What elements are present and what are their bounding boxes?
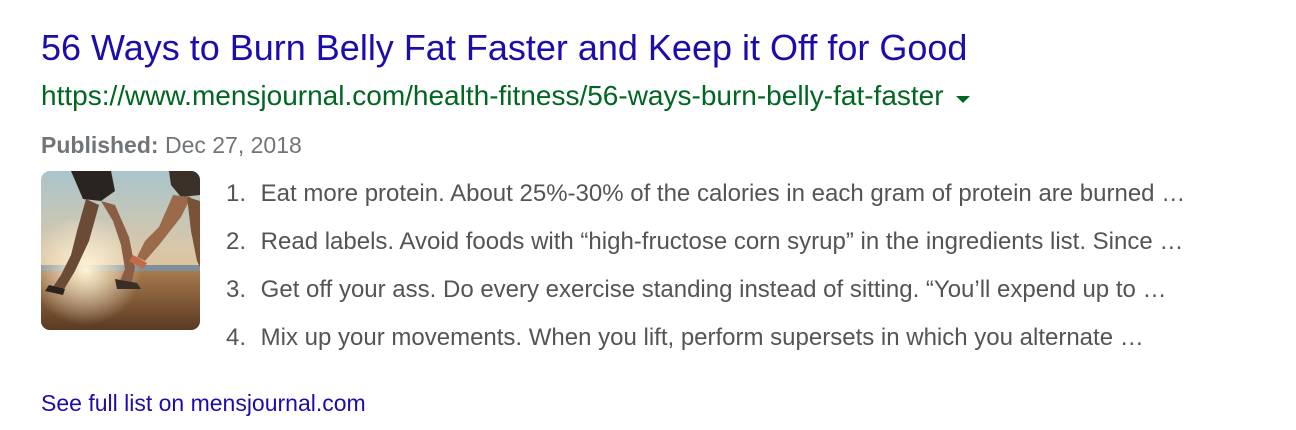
search-result: 56 Ways to Burn Belly Fat Faster and Kee…: [41, 22, 1281, 420]
runners-on-beach-image[interactable]: [41, 171, 200, 330]
list-item-text: Mix up your movements. When you lift, pe…: [260, 324, 1144, 351]
published-value: Dec 27, 2018: [164, 132, 302, 158]
list-item-text: Get off your ass. Do every exercise stan…: [260, 276, 1167, 303]
list-item-number: 2.: [226, 228, 247, 255]
see-full-list-link[interactable]: See full list on mensjournal.com: [41, 386, 1281, 420]
list-item-number: 4.: [226, 324, 247, 351]
published-label: Published:: [41, 132, 159, 158]
result-url-row: https://www.mensjournal.com/health-fitne…: [41, 74, 1281, 118]
result-title-link[interactable]: 56 Ways to Burn Belly Fat Faster and Kee…: [41, 22, 1281, 74]
snippet-list: 1. Eat more protein. About 25%-30% of th…: [226, 170, 1185, 362]
result-url[interactable]: https://www.mensjournal.com/health-fitne…: [41, 74, 944, 118]
published-date: Published: Dec 27, 2018: [41, 128, 1281, 162]
list-item-text: Eat more protein. About 25%-30% of the c…: [260, 180, 1186, 207]
list-item-number: 1.: [226, 180, 247, 207]
list-item-text: Read labels. Avoid foods with “high-fruc…: [260, 228, 1184, 255]
list-item: 3. Get off your ass. Do every exercise s…: [226, 266, 1185, 314]
list-item: 2. Read labels. Avoid foods with “high-f…: [226, 218, 1185, 266]
list-item-number: 3.: [226, 276, 247, 303]
caret-down-icon[interactable]: [955, 95, 970, 103]
result-body: 1. Eat more protein. About 25%-30% of th…: [41, 171, 1281, 362]
list-item: 1. Eat more protein. About 25%-30% of th…: [226, 170, 1185, 218]
list-item: 4. Mix up your movements. When you lift,…: [226, 314, 1185, 362]
